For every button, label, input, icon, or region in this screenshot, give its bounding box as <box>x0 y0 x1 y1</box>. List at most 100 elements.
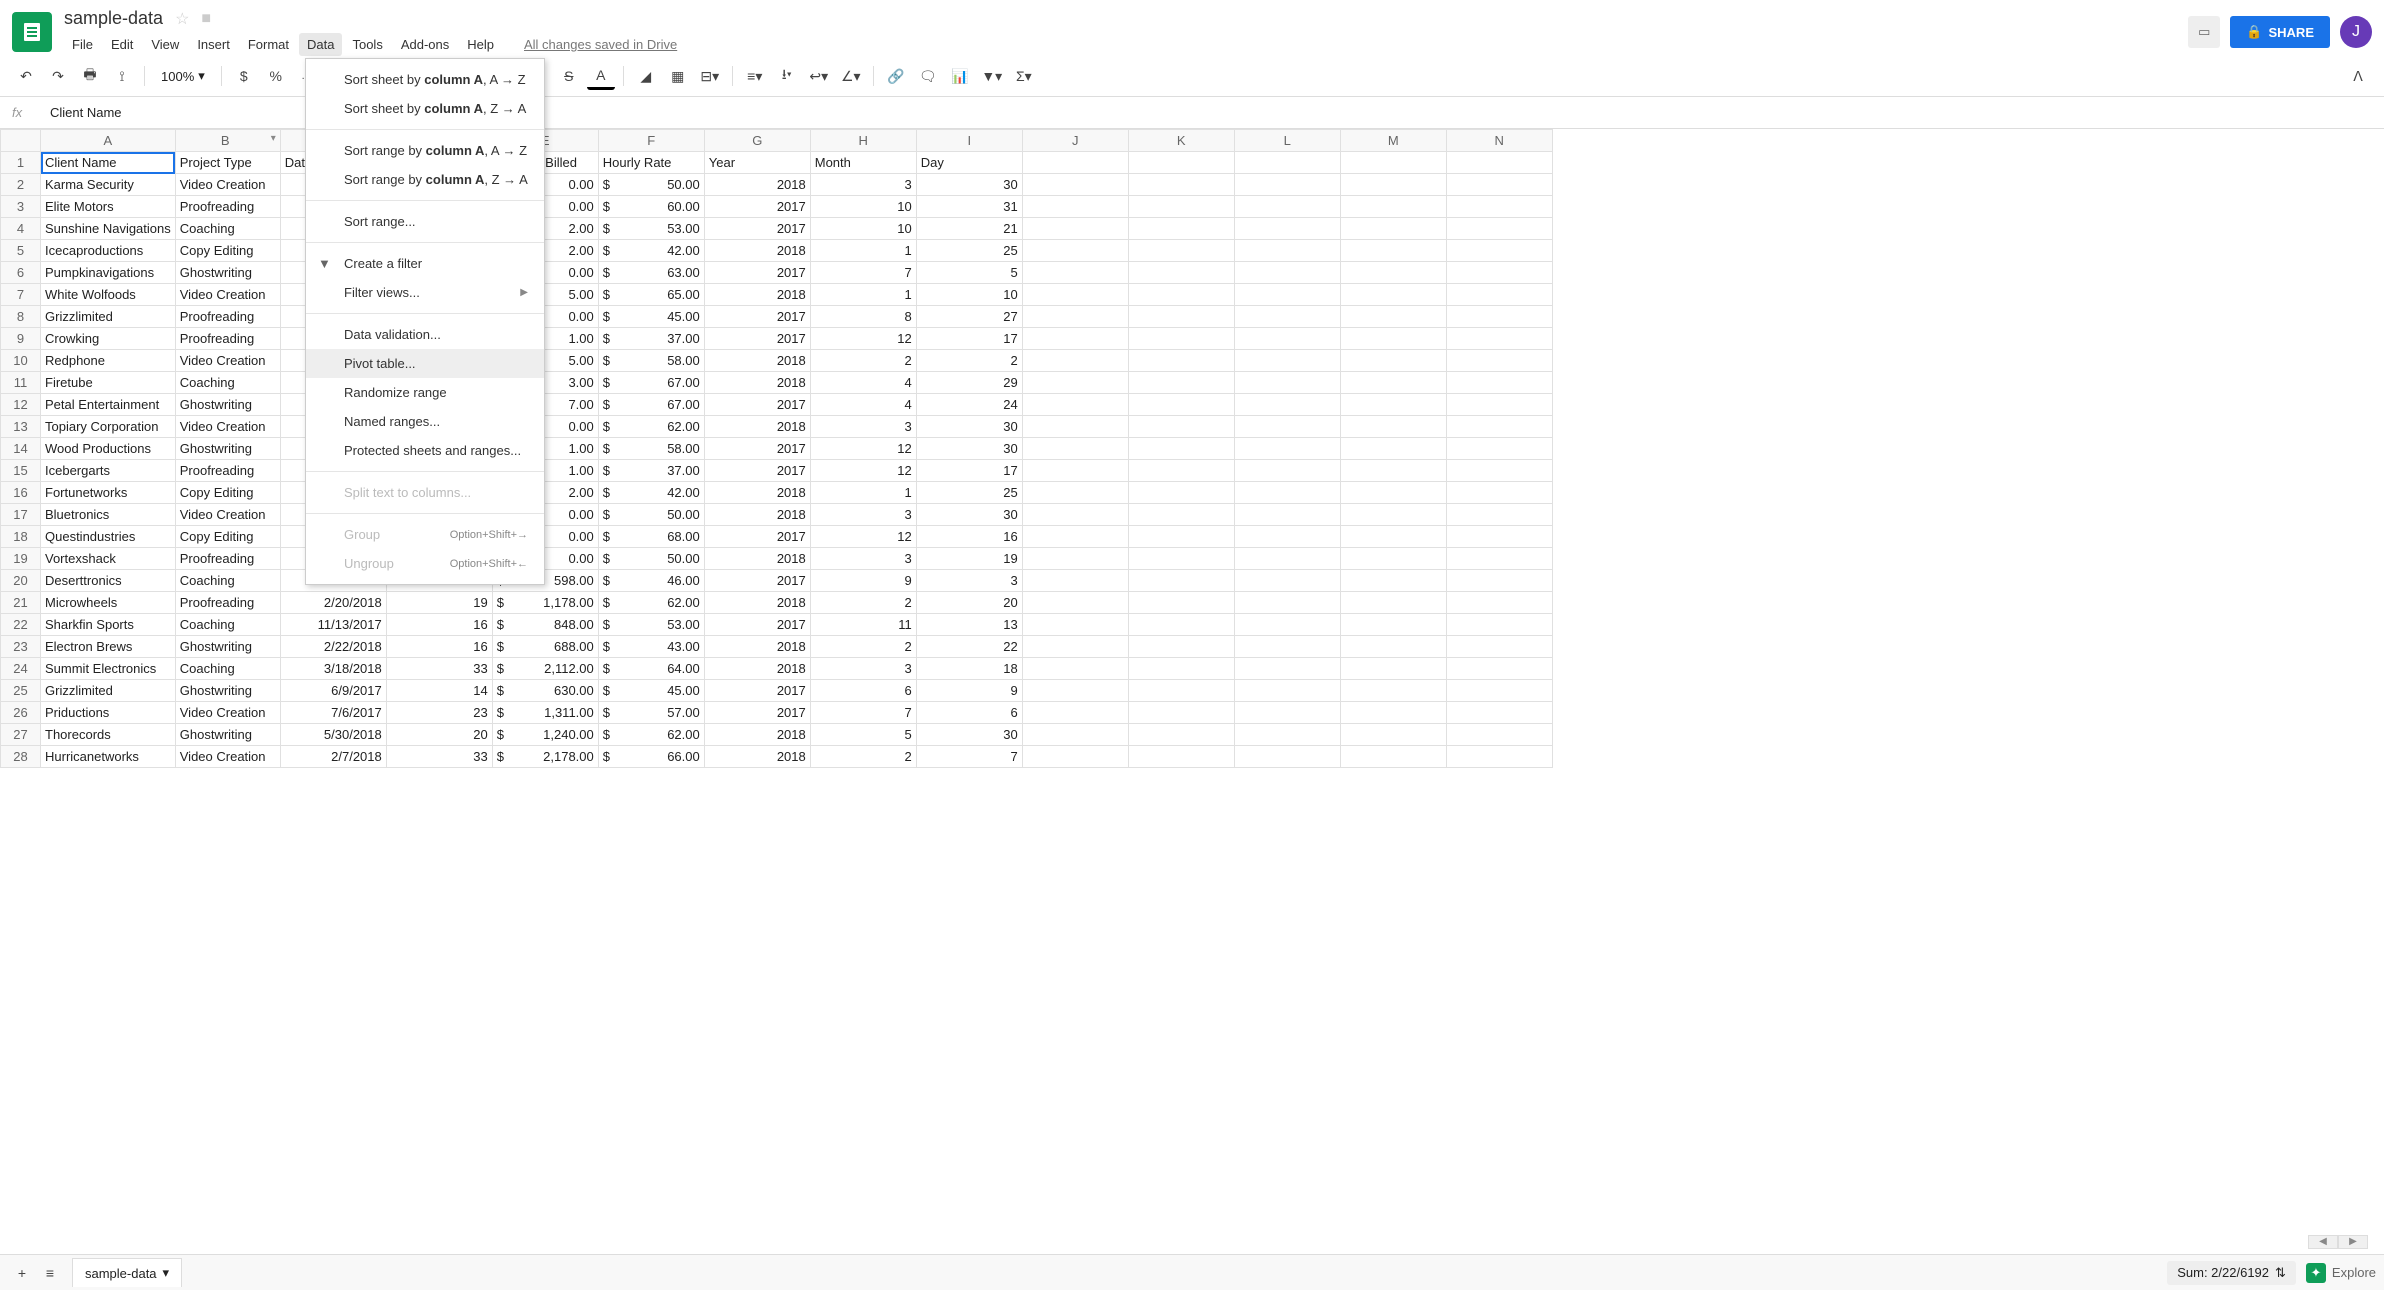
cell-F1[interactable]: Hourly Rate <box>598 152 704 174</box>
chart-button[interactable]: 📊 <box>946 62 974 90</box>
cell-L2[interactable] <box>1234 174 1340 196</box>
cell-J25[interactable] <box>1022 680 1128 702</box>
cell-K12[interactable] <box>1128 394 1234 416</box>
cell-G9[interactable]: 2017 <box>704 328 810 350</box>
row-header-5[interactable]: 5 <box>1 240 41 262</box>
cell-G4[interactable]: 2017 <box>704 218 810 240</box>
cell-H11[interactable]: 4 <box>810 372 916 394</box>
cell-F23[interactable]: 43.00 <box>598 636 704 658</box>
cell-F22[interactable]: 53.00 <box>598 614 704 636</box>
cell-F3[interactable]: 60.00 <box>598 196 704 218</box>
cell-L24[interactable] <box>1234 658 1340 680</box>
cell-J6[interactable] <box>1022 262 1128 284</box>
col-header-F[interactable]: F <box>598 130 704 152</box>
cell-G14[interactable]: 2017 <box>704 438 810 460</box>
cell-M5[interactable] <box>1340 240 1446 262</box>
cell-H3[interactable]: 10 <box>810 196 916 218</box>
menu-edit[interactable]: Edit <box>103 33 141 56</box>
wrap-button[interactable]: ↩▾ <box>805 62 833 90</box>
cell-E21[interactable]: 1,178.00 <box>492 592 598 614</box>
cell-G25[interactable]: 2017 <box>704 680 810 702</box>
cell-E24[interactable]: 2,112.00 <box>492 658 598 680</box>
cell-A25[interactable]: Grizzlimited <box>41 680 176 702</box>
cell-C28[interactable]: 2/7/2018 <box>280 746 386 768</box>
cell-H27[interactable]: 5 <box>810 724 916 746</box>
cell-L11[interactable] <box>1234 372 1340 394</box>
cell-L14[interactable] <box>1234 438 1340 460</box>
cell-H21[interactable]: 2 <box>810 592 916 614</box>
sheet-tab[interactable]: sample-data▾ <box>72 1258 182 1287</box>
account-avatar[interactable]: J <box>2340 16 2372 48</box>
cell-M10[interactable] <box>1340 350 1446 372</box>
cell-F19[interactable]: 50.00 <box>598 548 704 570</box>
merge-button[interactable]: ⊟▾ <box>696 62 724 90</box>
cell-J18[interactable] <box>1022 526 1128 548</box>
cell-I17[interactable]: 30 <box>916 504 1022 526</box>
comments-button[interactable]: ▭ <box>2188 16 2220 48</box>
cell-B18[interactable]: Copy Editing <box>175 526 280 548</box>
menu-help[interactable]: Help <box>459 33 502 56</box>
cell-B13[interactable]: Video Creation <box>175 416 280 438</box>
cell-G16[interactable]: 2018 <box>704 482 810 504</box>
cell-B5[interactable]: Copy Editing <box>175 240 280 262</box>
cell-C26[interactable]: 7/6/2017 <box>280 702 386 724</box>
cell-G23[interactable]: 2018 <box>704 636 810 658</box>
cell-L6[interactable] <box>1234 262 1340 284</box>
cell-B20[interactable]: Coaching <box>175 570 280 592</box>
borders-button[interactable]: ▦ <box>664 62 692 90</box>
row-header-14[interactable]: 14 <box>1 438 41 460</box>
cell-N17[interactable] <box>1446 504 1552 526</box>
cell-J17[interactable] <box>1022 504 1128 526</box>
cell-M7[interactable] <box>1340 284 1446 306</box>
cell-L12[interactable] <box>1234 394 1340 416</box>
cell-C25[interactable]: 6/9/2017 <box>280 680 386 702</box>
cell-N1[interactable] <box>1446 152 1552 174</box>
row-header-10[interactable]: 10 <box>1 350 41 372</box>
cell-I14[interactable]: 30 <box>916 438 1022 460</box>
cell-K14[interactable] <box>1128 438 1234 460</box>
cell-L18[interactable] <box>1234 526 1340 548</box>
row-header-21[interactable]: 21 <box>1 592 41 614</box>
cell-L10[interactable] <box>1234 350 1340 372</box>
row-header-25[interactable]: 25 <box>1 680 41 702</box>
row-header-15[interactable]: 15 <box>1 460 41 482</box>
cell-M23[interactable] <box>1340 636 1446 658</box>
cell-A20[interactable]: Deserttronics <box>41 570 176 592</box>
cell-F7[interactable]: 65.00 <box>598 284 704 306</box>
cell-B25[interactable]: Ghostwriting <box>175 680 280 702</box>
cell-L21[interactable] <box>1234 592 1340 614</box>
save-status[interactable]: All changes saved in Drive <box>516 33 685 56</box>
cell-D23[interactable]: 16 <box>386 636 492 658</box>
cell-H26[interactable]: 7 <box>810 702 916 724</box>
cell-N3[interactable] <box>1446 196 1552 218</box>
cell-N25[interactable] <box>1446 680 1552 702</box>
menu-sort-sheet-za[interactable]: Sort sheet by column A, Z → A <box>306 94 544 123</box>
cell-N19[interactable] <box>1446 548 1552 570</box>
cell-L22[interactable] <box>1234 614 1340 636</box>
cell-N28[interactable] <box>1446 746 1552 768</box>
cell-B12[interactable]: Ghostwriting <box>175 394 280 416</box>
cell-A23[interactable]: Electron Brews <box>41 636 176 658</box>
cell-G13[interactable]: 2018 <box>704 416 810 438</box>
cell-K24[interactable] <box>1128 658 1234 680</box>
row-header-16[interactable]: 16 <box>1 482 41 504</box>
cell-J22[interactable] <box>1022 614 1128 636</box>
row-header-1[interactable]: 1 <box>1 152 41 174</box>
cell-F28[interactable]: 66.00 <box>598 746 704 768</box>
row-header-4[interactable]: 4 <box>1 218 41 240</box>
cell-K16[interactable] <box>1128 482 1234 504</box>
cell-H6[interactable]: 7 <box>810 262 916 284</box>
cell-J24[interactable] <box>1022 658 1128 680</box>
cell-F6[interactable]: 63.00 <box>598 262 704 284</box>
cell-I11[interactable]: 29 <box>916 372 1022 394</box>
cell-H20[interactable]: 9 <box>810 570 916 592</box>
cell-N8[interactable] <box>1446 306 1552 328</box>
cell-I15[interactable]: 17 <box>916 460 1022 482</box>
cell-C22[interactable]: 11/13/2017 <box>280 614 386 636</box>
cell-I18[interactable]: 16 <box>916 526 1022 548</box>
cell-B17[interactable]: Video Creation <box>175 504 280 526</box>
cell-L8[interactable] <box>1234 306 1340 328</box>
cell-K4[interactable] <box>1128 218 1234 240</box>
cell-K11[interactable] <box>1128 372 1234 394</box>
cell-I10[interactable]: 2 <box>916 350 1022 372</box>
